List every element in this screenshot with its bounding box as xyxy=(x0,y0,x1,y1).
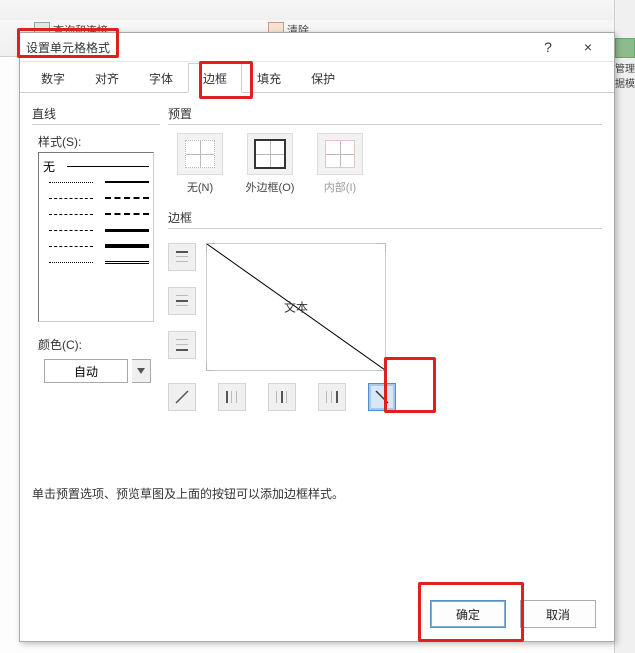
tab-fill[interactable]: 填充 xyxy=(242,63,296,93)
line-style-item[interactable] xyxy=(43,223,149,237)
tab-font[interactable]: 字体 xyxy=(134,63,188,93)
close-button[interactable]: × xyxy=(568,34,608,60)
help-button[interactable]: ? xyxy=(528,34,568,60)
right-column: 预置 无(N) 外边框(O) 内部(I) 边框 xyxy=(168,105,602,407)
tab-content-border: 直线 样式(S): 无 xyxy=(20,93,614,587)
dialog-title: 设置单元格格式 xyxy=(26,39,528,56)
border-diag-down-button[interactable] xyxy=(368,383,396,411)
divider xyxy=(168,228,602,229)
line-style-item[interactable] xyxy=(43,207,149,221)
right-label: 据模 xyxy=(615,75,635,90)
border-right-button[interactable] xyxy=(318,383,346,411)
color-label: 颜色(C): xyxy=(38,336,160,353)
line-style-listbox[interactable]: 无 xyxy=(38,152,154,322)
preview-text: 文本 xyxy=(284,299,308,316)
preset-inside[interactable]: 内部(I) xyxy=(314,133,366,195)
ribbon-top-strip xyxy=(0,0,635,21)
ok-button[interactable]: 确定 xyxy=(430,600,506,628)
style-label: 样式(S): xyxy=(38,133,160,150)
preset-none[interactable]: 无(N) xyxy=(174,133,226,195)
border-side-col xyxy=(168,243,196,359)
divider xyxy=(32,124,160,125)
border-preview[interactable]: 文本 xyxy=(206,243,386,371)
right-label: 管理 xyxy=(615,60,635,75)
border-bottom-button[interactable] xyxy=(168,331,196,359)
line-color-select[interactable]: 自动 xyxy=(44,359,128,383)
manage-icon[interactable] xyxy=(615,38,635,58)
border-left-button[interactable] xyxy=(218,383,246,411)
preset-outline[interactable]: 外边框(O) xyxy=(244,133,296,195)
border-diag-up-button[interactable] xyxy=(168,383,196,411)
dialog-titlebar: 设置单元格格式 ? × xyxy=(20,33,614,62)
tab-border[interactable]: 边框 xyxy=(188,63,242,93)
format-cells-dialog: 设置单元格格式 ? × 数字 对齐 字体 边框 填充 保护 直线 样式(S): … xyxy=(19,32,615,642)
border-mid-h-button[interactable] xyxy=(168,287,196,315)
line-style-none[interactable]: 无 xyxy=(43,159,149,173)
line-style-item[interactable] xyxy=(43,239,149,253)
line-style-item[interactable] xyxy=(43,191,149,205)
section-title-border: 边框 xyxy=(168,209,602,226)
tab-protection[interactable]: 保护 xyxy=(296,63,350,93)
line-style-item[interactable] xyxy=(43,175,149,189)
hint-text: 单击预置选项、预览草图及上面的按钮可以添加边框样式。 xyxy=(32,485,344,502)
dialog-tabs: 数字 对齐 字体 边框 填充 保护 xyxy=(20,62,614,93)
border-side-row xyxy=(168,383,396,411)
tab-number[interactable]: 数字 xyxy=(26,63,80,93)
dialog-buttons: 确定 取消 xyxy=(20,587,614,641)
right-side-panel: 管理 据模 xyxy=(614,0,635,653)
section-title-line: 直线 xyxy=(32,105,160,122)
border-mid-v-button[interactable] xyxy=(268,383,296,411)
line-style-item[interactable] xyxy=(43,255,149,269)
chevron-down-icon xyxy=(137,368,145,374)
line-color-dropdown-button[interactable] xyxy=(132,359,151,383)
border-top-button[interactable] xyxy=(168,243,196,271)
divider xyxy=(168,124,602,125)
cancel-button[interactable]: 取消 xyxy=(520,600,596,628)
border-edit-area: 文本 xyxy=(168,237,602,407)
section-title-presets: 预置 xyxy=(168,105,602,122)
tab-alignment[interactable]: 对齐 xyxy=(80,63,134,93)
line-section: 直线 样式(S): 无 xyxy=(32,105,160,383)
preset-row: 无(N) 外边框(O) 内部(I) xyxy=(174,133,602,195)
